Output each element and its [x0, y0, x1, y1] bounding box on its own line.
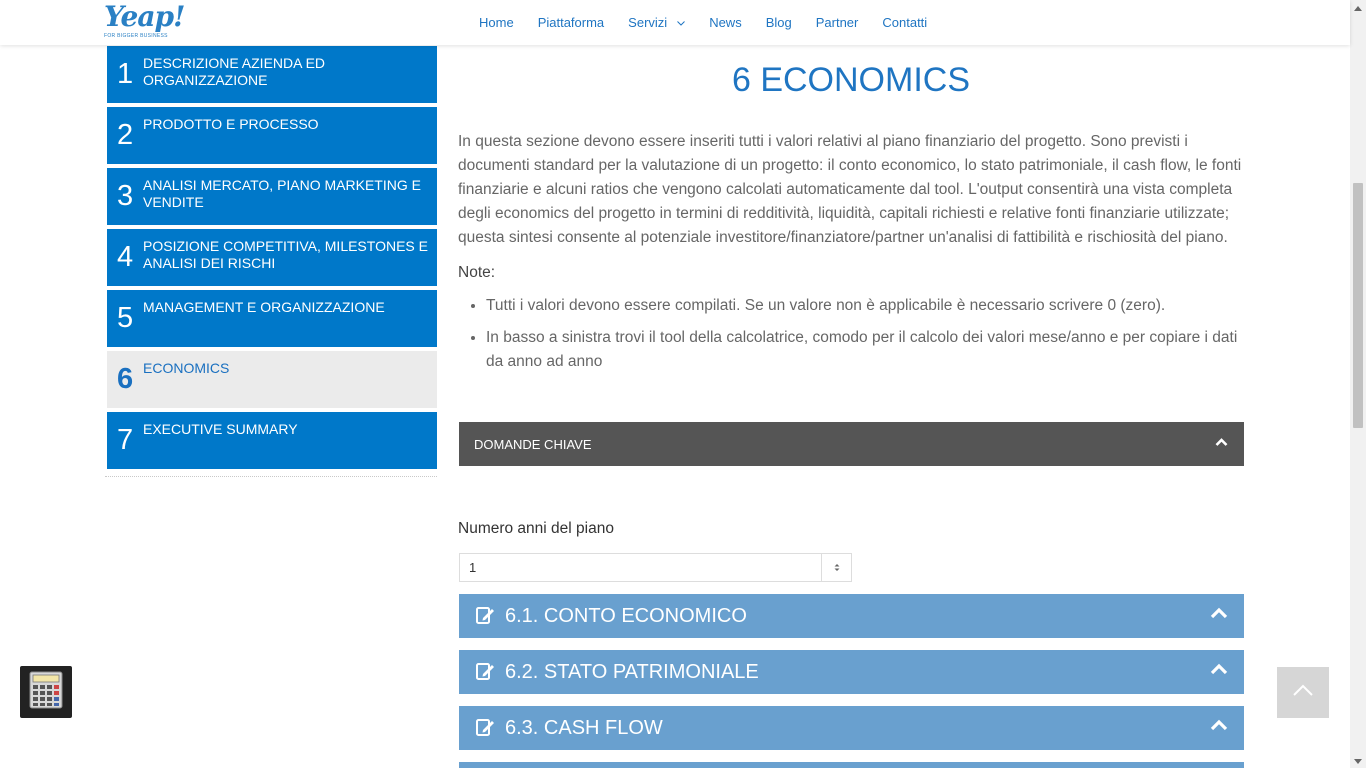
sidebar-item-label: EXECUTIVE SUMMARY — [143, 421, 298, 437]
nav-contatti[interactable]: Contatti — [882, 15, 927, 30]
note-label: Note — [458, 264, 491, 281]
sidebar-item-label: POSIZIONE COMPETITIVA, MILESTONES E ANAL… — [143, 238, 428, 271]
sidebar-item-number: 2 — [117, 119, 134, 151]
edit-icon — [475, 661, 497, 683]
intro-text: In questa sezione devono essere inseriti… — [458, 133, 1242, 246]
page-title: 6 ECONOMICS — [731, 61, 971, 99]
scrollbar-thumb[interactable] — [1353, 183, 1363, 428]
sidebar-item-number: 7 — [117, 424, 134, 456]
site-logo[interactable]: Yeap! FOR BIGGER BUSINESS — [104, 0, 185, 42]
back-to-top-button[interactable] — [1277, 667, 1329, 718]
calculator-icon — [29, 671, 63, 714]
chevron-up-icon — [1210, 718, 1228, 736]
sidebar-item-7[interactable]: 7 EXECUTIVE SUMMARY — [107, 412, 437, 469]
sidebar-item-6-active[interactable]: 6 ECONOMICS — [107, 351, 437, 408]
key-questions-toggle[interactable]: DOMANDE CHIAVE — [459, 422, 1244, 466]
sidebar-item-1[interactable]: 1 DESCRIZIONE AZIENDA ED ORGANIZZAZIONE — [107, 46, 437, 103]
chevron-up-icon — [1210, 606, 1228, 624]
sidebar-item-number: 3 — [117, 180, 134, 212]
sidebar-item-number: 5 — [117, 302, 134, 334]
edit-icon — [475, 717, 497, 739]
years-select-value: 1 — [469, 560, 477, 575]
note-colon: : — [490, 264, 496, 281]
page-scrollbar[interactable] — [1350, 0, 1366, 768]
nav-servizi-label: Servizi — [628, 15, 668, 30]
sidebar-item-label: ECONOMICS — [143, 360, 230, 376]
section-sidebar: 1 DESCRIZIONE AZIENDA ED ORGANIZZAZIONE … — [107, 46, 437, 473]
list-item: In basso a sinistra trovi il tool della … — [486, 326, 1244, 374]
accordion-conto-economico[interactable]: 6.1. CONTO ECONOMICO — [459, 594, 1244, 638]
scroll-down-arrow-icon[interactable] — [1354, 757, 1362, 766]
scroll-up-arrow-icon[interactable] — [1354, 4, 1362, 13]
nav-partner[interactable]: Partner — [816, 15, 859, 30]
sidebar-item-number: 1 — [117, 58, 134, 90]
chevron-up-icon — [1210, 662, 1228, 680]
sidebar-item-label: ANALISI MERCATO, PIANO MARKETING E VENDI… — [143, 177, 421, 210]
accordion-title: 6.2. STATO PATRIMONIALE — [505, 660, 759, 683]
chevron-up-icon — [1215, 435, 1228, 450]
chevron-down-icon — [677, 18, 686, 28]
years-select[interactable]: 1 — [459, 553, 852, 582]
accordion-stato-patrimoniale[interactable]: 6.2. STATO PATRIMONIALE — [459, 650, 1244, 694]
site-header: Yeap! FOR BIGGER BUSINESS Home Piattafor… — [0, 0, 1350, 45]
sidebar-item-2[interactable]: 2 PRODOTTO E PROCESSO — [107, 107, 437, 164]
sidebar-divider — [105, 476, 437, 477]
logo-tagline: FOR BIGGER BUSINESS — [104, 33, 168, 39]
chevron-up-icon — [1292, 683, 1314, 702]
nav-home[interactable]: Home — [479, 15, 514, 30]
select-arrows-icon — [821, 554, 851, 581]
logo-text: Yeap! — [104, 0, 185, 33]
calculator-button[interactable] — [20, 666, 72, 718]
nav-blog[interactable]: Blog — [766, 15, 792, 30]
edit-icon — [475, 605, 497, 627]
key-questions-label: DOMANDE CHIAVE — [474, 436, 592, 452]
sidebar-item-label: DESCRIZIONE AZIENDA ED ORGANIZZAZIONE — [143, 55, 326, 88]
sidebar-item-5[interactable]: 5 MANAGEMENT E ORGANIZZAZIONE — [107, 290, 437, 347]
sidebar-item-label: PRODOTTO E PROCESSO — [143, 116, 319, 132]
nav-servizi[interactable]: Servizi — [628, 15, 686, 30]
main-content: 6 ECONOMICS In questa sezione devono ess… — [458, 46, 1244, 382]
sidebar-item-number: 4 — [117, 241, 134, 273]
sidebar-item-4[interactable]: 4 POSIZIONE COMPETITIVA, MILESTONES E AN… — [107, 229, 437, 286]
list-item: Tutti i valori devono essere compilati. … — [486, 294, 1244, 318]
accordion-title: 6.1. CONTO ECONOMICO — [505, 604, 747, 627]
accordion-next-partial[interactable] — [459, 762, 1244, 768]
sidebar-item-number: 6 — [117, 363, 134, 395]
sidebar-item-label: MANAGEMENT E ORGANIZZAZIONE — [143, 299, 385, 315]
main-nav: Home Piattaforma Servizi News Blog Partn… — [479, 0, 951, 45]
accordion-title: 6.3. CASH FLOW — [505, 716, 663, 739]
notes-list: Tutti i valori devono essere compilati. … — [458, 294, 1244, 374]
sidebar-item-3[interactable]: 3 ANALISI MERCATO, PIANO MARKETING E VEN… — [107, 168, 437, 225]
nav-piattaforma[interactable]: Piattaforma — [538, 15, 604, 30]
nav-news[interactable]: News — [709, 15, 742, 30]
years-label: Numero anni del piano — [458, 520, 614, 537]
accordion-cash-flow[interactable]: 6.3. CASH FLOW — [459, 706, 1244, 750]
note-heading: Note: — [458, 264, 1244, 282]
